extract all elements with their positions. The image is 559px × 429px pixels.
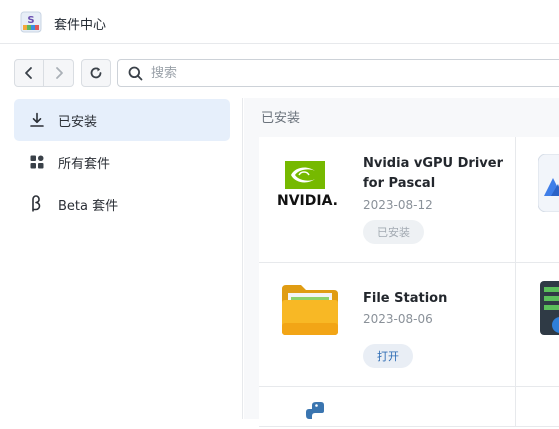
search-input[interactable]: [149, 64, 533, 82]
search-box[interactable]: [117, 59, 559, 87]
package-date: 2023-08-06: [363, 312, 433, 326]
sidebar-item-label: Beta 套件: [58, 198, 119, 214]
blue-triangle-app-icon: [538, 154, 559, 212]
toolbar: [0, 44, 559, 98]
back-button[interactable]: [14, 59, 44, 87]
chevron-right-icon: [55, 67, 63, 79]
main-content: 已安装 NVIDIA. Nvidia vGPU Driver for Pasca…: [244, 98, 559, 427]
server-app-icon: [540, 281, 559, 335]
title-bar: S 套件中心: [0, 0, 559, 44]
sidebar: 已安装 所有套件 Beta 套件: [0, 98, 243, 419]
package-name[interactable]: File Station: [363, 289, 513, 309]
sidebar-item-label: 已安装: [58, 114, 98, 130]
open-button[interactable]: 打开: [363, 344, 413, 368]
refresh-button[interactable]: [81, 59, 111, 87]
window-title: 套件中心: [54, 18, 107, 33]
package-card-nvidia[interactable]: NVIDIA. Nvidia vGPU Driver for Pascal 20…: [259, 137, 516, 263]
section-title: 已安装: [261, 111, 301, 126]
refresh-icon: [90, 67, 102, 79]
search-icon: [128, 66, 143, 80]
package-card-partial-right-2[interactable]: [516, 263, 559, 387]
sidebar-item-beta[interactable]: Beta 套件: [14, 183, 230, 225]
package-date: 2023-08-12: [363, 198, 433, 212]
installed-button: 已安装: [363, 220, 424, 244]
nvidia-logo: NVIDIA.: [277, 161, 338, 209]
package-card-partial-right-3[interactable]: [516, 387, 559, 427]
package-center-icon: S: [20, 11, 42, 33]
chevron-left-icon: [25, 67, 32, 79]
beta-icon: [28, 195, 46, 213]
folder-icon: [282, 285, 338, 335]
sidebar-item-all-packages[interactable]: 所有套件: [14, 141, 230, 183]
python-icon: [306, 402, 324, 419]
grid-icon: [28, 153, 46, 171]
package-card-file-station[interactable]: File Station 2023-08-06 打开: [259, 263, 516, 387]
forward-button[interactable]: [44, 59, 74, 87]
package-card-partial-right-1[interactable]: [516, 137, 559, 263]
sidebar-item-installed[interactable]: 已安装: [14, 99, 230, 141]
sidebar-item-label: 所有套件: [58, 156, 111, 172]
package-card-python[interactable]: [259, 387, 516, 427]
svg-text:S: S: [27, 15, 34, 26]
package-name[interactable]: Nvidia vGPU Driver for Pascal: [363, 154, 513, 194]
nvidia-wordmark: NVIDIA.: [277, 193, 338, 209]
download-icon: [28, 111, 46, 129]
